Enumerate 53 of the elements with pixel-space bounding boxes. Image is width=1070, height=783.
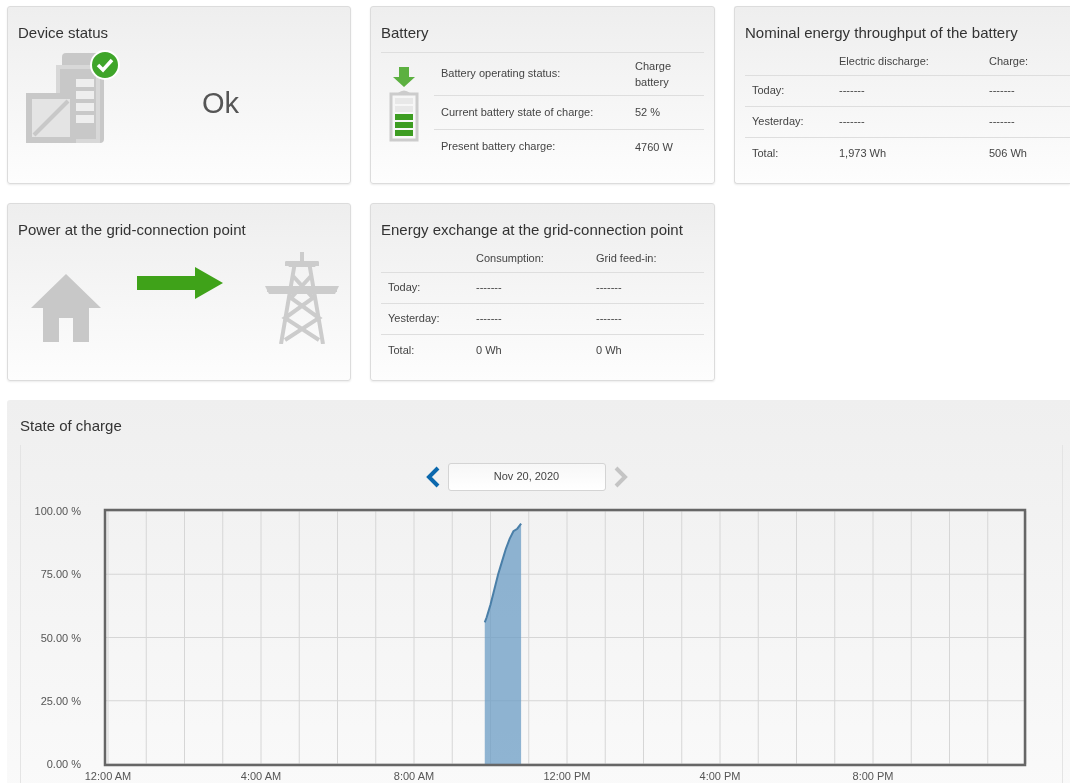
row-value: Charge battery [635,58,673,90]
table-cell-text: ------- [839,83,866,99]
card-title: Device status [18,23,110,43]
row-label: Battery operating status: [440,66,562,82]
card-title: Power at the grid-connection point [18,220,247,240]
table-cell-text: ------- [989,83,1016,99]
house-icon [31,273,101,342]
row-label: Total: [751,145,780,161]
column-header: Charge: [989,54,1030,70]
row-label: Yesterday: [387,311,441,327]
previous-day-button[interactable] [425,465,440,488]
arrow-icon [137,266,223,299]
y-axis-label: 50.00 % [40,631,81,643]
table-cell-text: ------- [476,280,503,296]
column-header: Grid feed-in: [596,251,658,267]
table-cell-text: 0 Wh [476,342,503,358]
column-header: Electric discharge: [839,54,930,70]
row-label: Today: [751,83,786,99]
row-label: Today: [387,280,422,296]
table-cell-text: 506 Wh [989,145,1028,161]
table-cell-text: 1,973 Wh [839,145,888,161]
table-cell-text: ------- [596,311,623,327]
x-axis-label: 4:00 AM [240,769,282,782]
chevron-left-icon [425,465,440,488]
row-label: Yesterday: [751,114,805,130]
x-axis-label: 12:00 PM [543,769,591,782]
card-title: Nominal energy throughput of the battery [745,23,1019,43]
row-value: 52 % [635,105,662,120]
y-axis-label: 75.00 % [40,567,81,580]
y-axis-label: 25.00 % [40,694,81,707]
x-axis-label: 12:00 AM [84,769,132,782]
table-cell-text: ------- [989,114,1016,130]
table-cell-text: ------- [839,114,866,130]
row-label: Present battery charge: [440,139,557,155]
power-pylon-icon [263,251,341,344]
card-title: Battery [381,22,704,53]
x-axis-label: 4:00 PM [699,769,741,782]
x-axis-label: 8:00 AM [393,769,435,782]
table-cell-text: ------- [596,280,623,296]
table-cell-text: ------- [476,311,503,327]
row-label: Total: [387,342,416,358]
status-text: Ok [202,85,240,121]
table-cell-text: 0 Wh [596,342,623,358]
chevron-right-icon [613,465,628,488]
y-axis-label: 0.00 % [46,757,81,770]
date-field[interactable]: Nov 20, 2020 [447,462,606,491]
row-value: 4760 W [635,139,674,155]
y-axis-label: 100.00 % [34,504,81,517]
card-title: State of charge [20,416,123,436]
card-title: Energy exchange at the grid-connection point [381,220,684,240]
x-axis-label: 8:00 PM [852,769,894,782]
column-header: Consumption: [476,251,545,267]
row-label: Current battery state of charge: [440,104,595,120]
